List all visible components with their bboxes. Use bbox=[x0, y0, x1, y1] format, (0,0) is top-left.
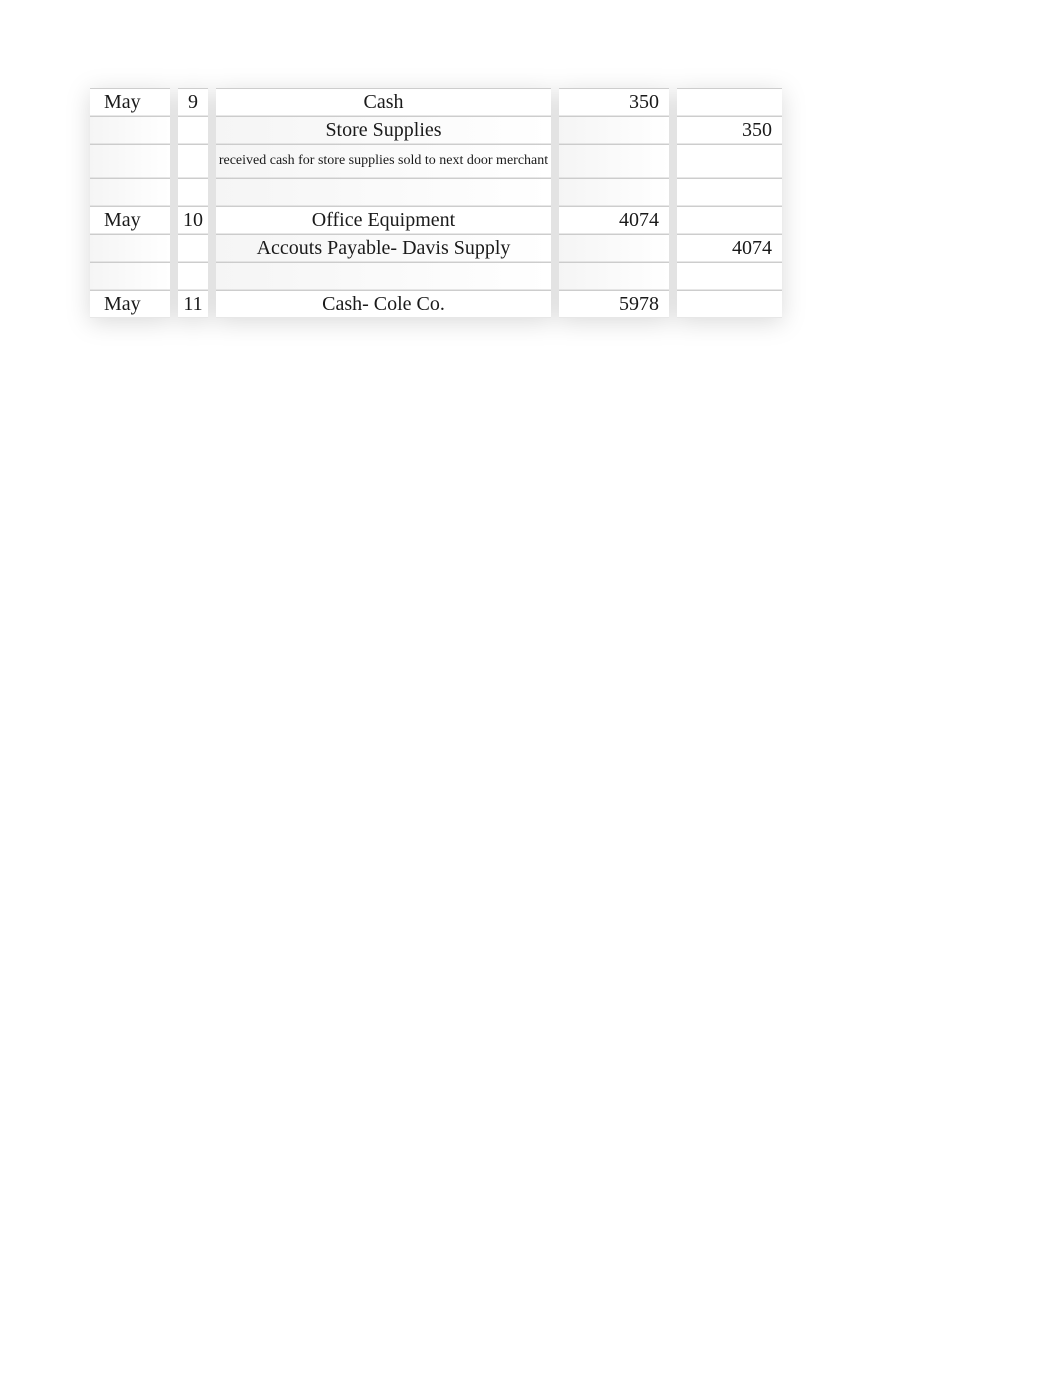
cell-description: Cash bbox=[216, 88, 551, 116]
cell-credit: 4074 bbox=[677, 234, 782, 262]
cell-month bbox=[90, 144, 170, 178]
cell-description: Cash- Cole Co. bbox=[216, 290, 551, 318]
cell-debit: 4074 bbox=[559, 206, 669, 234]
cell-month: May bbox=[90, 290, 170, 318]
table-row: May 11 Cash- Cole Co. 5978 bbox=[90, 290, 790, 318]
cell-day bbox=[178, 116, 208, 144]
cell-description bbox=[216, 178, 551, 206]
cell-debit: 350 bbox=[559, 88, 669, 116]
cell-debit bbox=[559, 262, 669, 290]
table-row: May 10 Office Equipment 4074 bbox=[90, 206, 790, 234]
cell-description bbox=[216, 262, 551, 290]
table-row: Store Supplies 350 bbox=[90, 116, 790, 144]
cell-day bbox=[178, 144, 208, 178]
cell-day: 11 bbox=[178, 290, 208, 318]
cell-day: 9 bbox=[178, 88, 208, 116]
cell-day bbox=[178, 262, 208, 290]
cell-credit: 350 bbox=[677, 116, 782, 144]
cell-debit bbox=[559, 116, 669, 144]
cell-description: Office Equipment bbox=[216, 206, 551, 234]
cell-debit bbox=[559, 234, 669, 262]
cell-month bbox=[90, 116, 170, 144]
table-row: May 9 Cash 350 bbox=[90, 88, 790, 116]
cell-day bbox=[178, 178, 208, 206]
cell-description-note: received cash for store supplies sold to… bbox=[216, 144, 551, 178]
cell-month bbox=[90, 178, 170, 206]
cell-credit bbox=[677, 206, 782, 234]
cell-credit bbox=[677, 88, 782, 116]
cell-credit bbox=[677, 262, 782, 290]
cell-debit: 5978 bbox=[559, 290, 669, 318]
cell-day: 10 bbox=[178, 206, 208, 234]
cell-month bbox=[90, 262, 170, 290]
cell-debit bbox=[559, 144, 669, 178]
table-row: received cash for store supplies sold to… bbox=[90, 144, 790, 178]
cell-month bbox=[90, 234, 170, 262]
cell-description: Store Supplies bbox=[216, 116, 551, 144]
cell-description: Accouts Payable- Davis Supply bbox=[216, 234, 551, 262]
cell-day bbox=[178, 234, 208, 262]
cell-credit bbox=[677, 144, 782, 178]
table-row bbox=[90, 178, 790, 206]
cell-credit bbox=[677, 178, 782, 206]
cell-debit bbox=[559, 178, 669, 206]
table-row bbox=[90, 262, 790, 290]
cell-credit bbox=[677, 290, 782, 318]
journal-table: May 9 Cash 350 Store Supplies 350 receiv… bbox=[90, 88, 790, 318]
cell-month: May bbox=[90, 88, 170, 116]
cell-month: May bbox=[90, 206, 170, 234]
table-row: Accouts Payable- Davis Supply 4074 bbox=[90, 234, 790, 262]
